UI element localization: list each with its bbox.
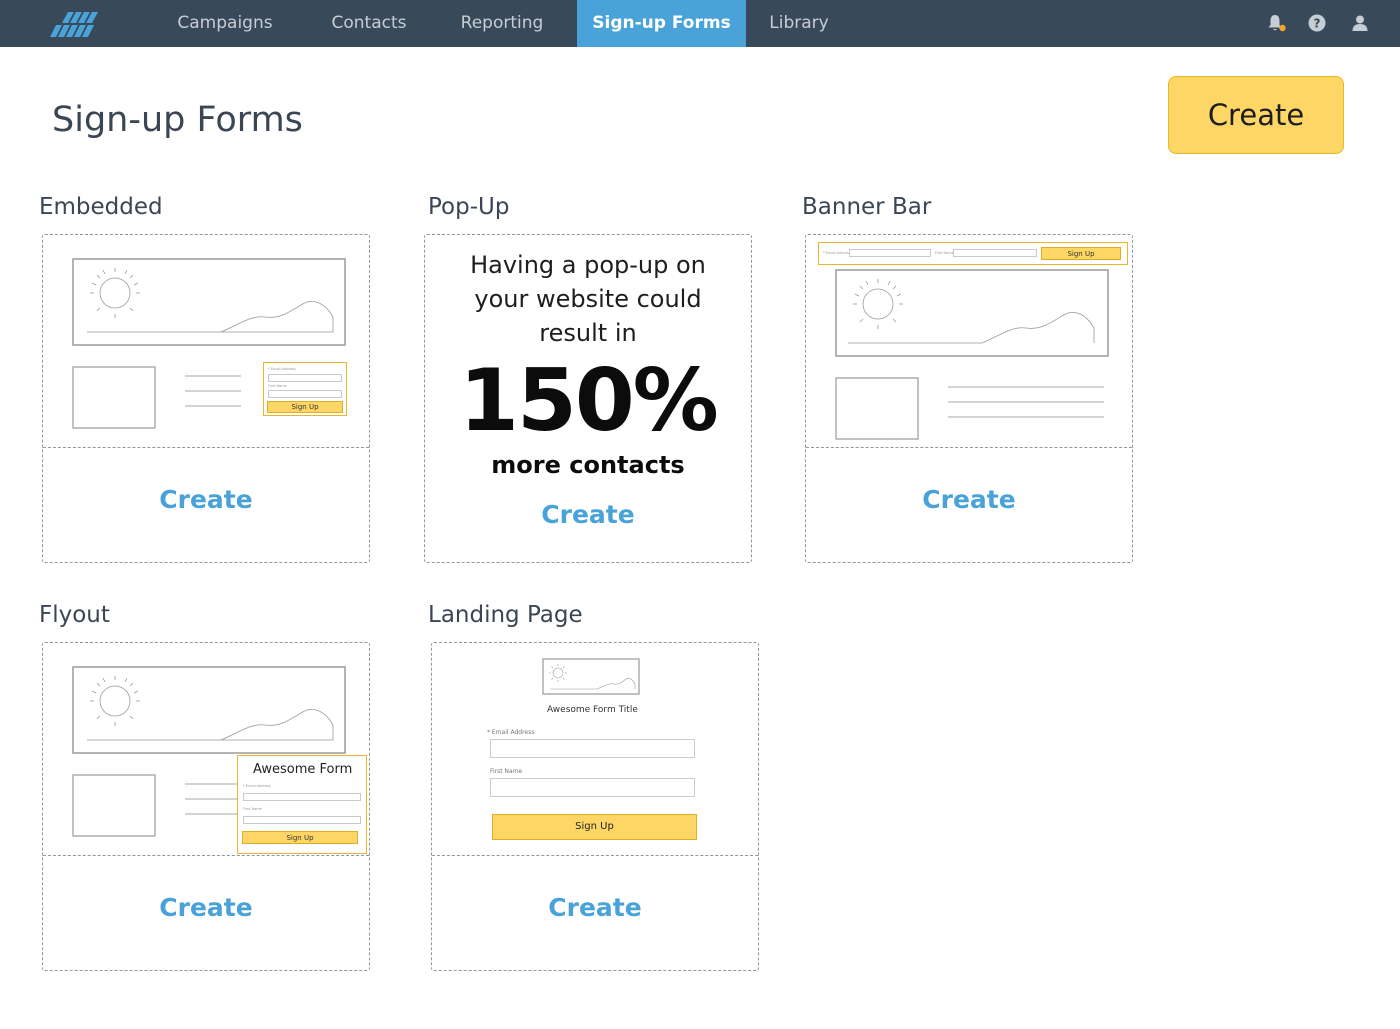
create-button[interactable]: Create — [1168, 76, 1344, 154]
embedded-form-preview: * Email Address First Name Sign Up — [263, 362, 347, 416]
card-popup[interactable]: Having a pop-up on your website could re… — [424, 234, 752, 563]
flyout-create-link[interactable]: Create — [43, 893, 369, 922]
section-label-popup: Pop-Up — [428, 194, 510, 220]
logo-icon[interactable] — [48, 9, 104, 39]
bell-icon[interactable] — [1266, 13, 1286, 33]
card-landing[interactable]: Awesome Form Title * Email Address First… — [431, 642, 759, 971]
popup-stat: 150% — [459, 351, 719, 451]
section-label-embedded: Embedded — [39, 194, 163, 220]
popup-stat-caption: more contacts — [491, 451, 685, 479]
flyout-form-preview: Awesome Form * Email Address First Name … — [237, 755, 367, 854]
card-flyout[interactable]: Awesome Form * Email Address First Name … — [42, 642, 370, 971]
top-nav: Campaigns Contacts Reporting Sign-up For… — [0, 0, 1400, 47]
popup-create-link[interactable]: Create — [425, 500, 751, 529]
help-icon[interactable]: ? — [1307, 13, 1327, 33]
section-label-flyout: Flyout — [39, 602, 110, 628]
svg-text:?: ? — [1314, 17, 1321, 31]
sign-up-button-preview: Sign Up — [492, 814, 697, 840]
page-title: Sign-up Forms — [52, 100, 303, 140]
landing-create-link[interactable]: Create — [432, 893, 758, 922]
card-banner[interactable]: * Email Address First Name Sign Up Creat… — [805, 234, 1133, 563]
banner-preview — [835, 269, 1109, 440]
user-icon[interactable] — [1350, 13, 1370, 33]
popup-text-line2: your website could — [474, 285, 702, 313]
banner-create-link[interactable]: Create — [806, 485, 1132, 514]
card-embedded[interactable]: * Email Address First Name Sign Up Creat… — [42, 234, 370, 563]
landing-image-preview — [542, 658, 640, 695]
nav-contacts[interactable]: Contacts — [316, 0, 422, 47]
nav-signup-forms[interactable]: Sign-up Forms — [577, 0, 746, 47]
embedded-create-link[interactable]: Create — [43, 485, 369, 514]
sign-up-button-preview: Sign Up — [267, 401, 343, 413]
nav-campaigns[interactable]: Campaigns — [162, 0, 288, 47]
flyout-form-title: Awesome Form — [253, 762, 353, 777]
section-label-landing: Landing Page — [428, 602, 583, 628]
nav-reporting[interactable]: Reporting — [448, 0, 556, 47]
notification-dot — [1279, 24, 1286, 32]
section-label-banner: Banner Bar — [802, 194, 932, 220]
popup-text-line1: Having a pop-up on — [470, 251, 706, 279]
sign-up-button-preview: Sign Up — [242, 831, 358, 844]
landing-form-title: Awesome Form Title — [547, 705, 638, 715]
popup-text-line3: result in — [539, 319, 637, 347]
nav-library[interactable]: Library — [756, 0, 842, 47]
